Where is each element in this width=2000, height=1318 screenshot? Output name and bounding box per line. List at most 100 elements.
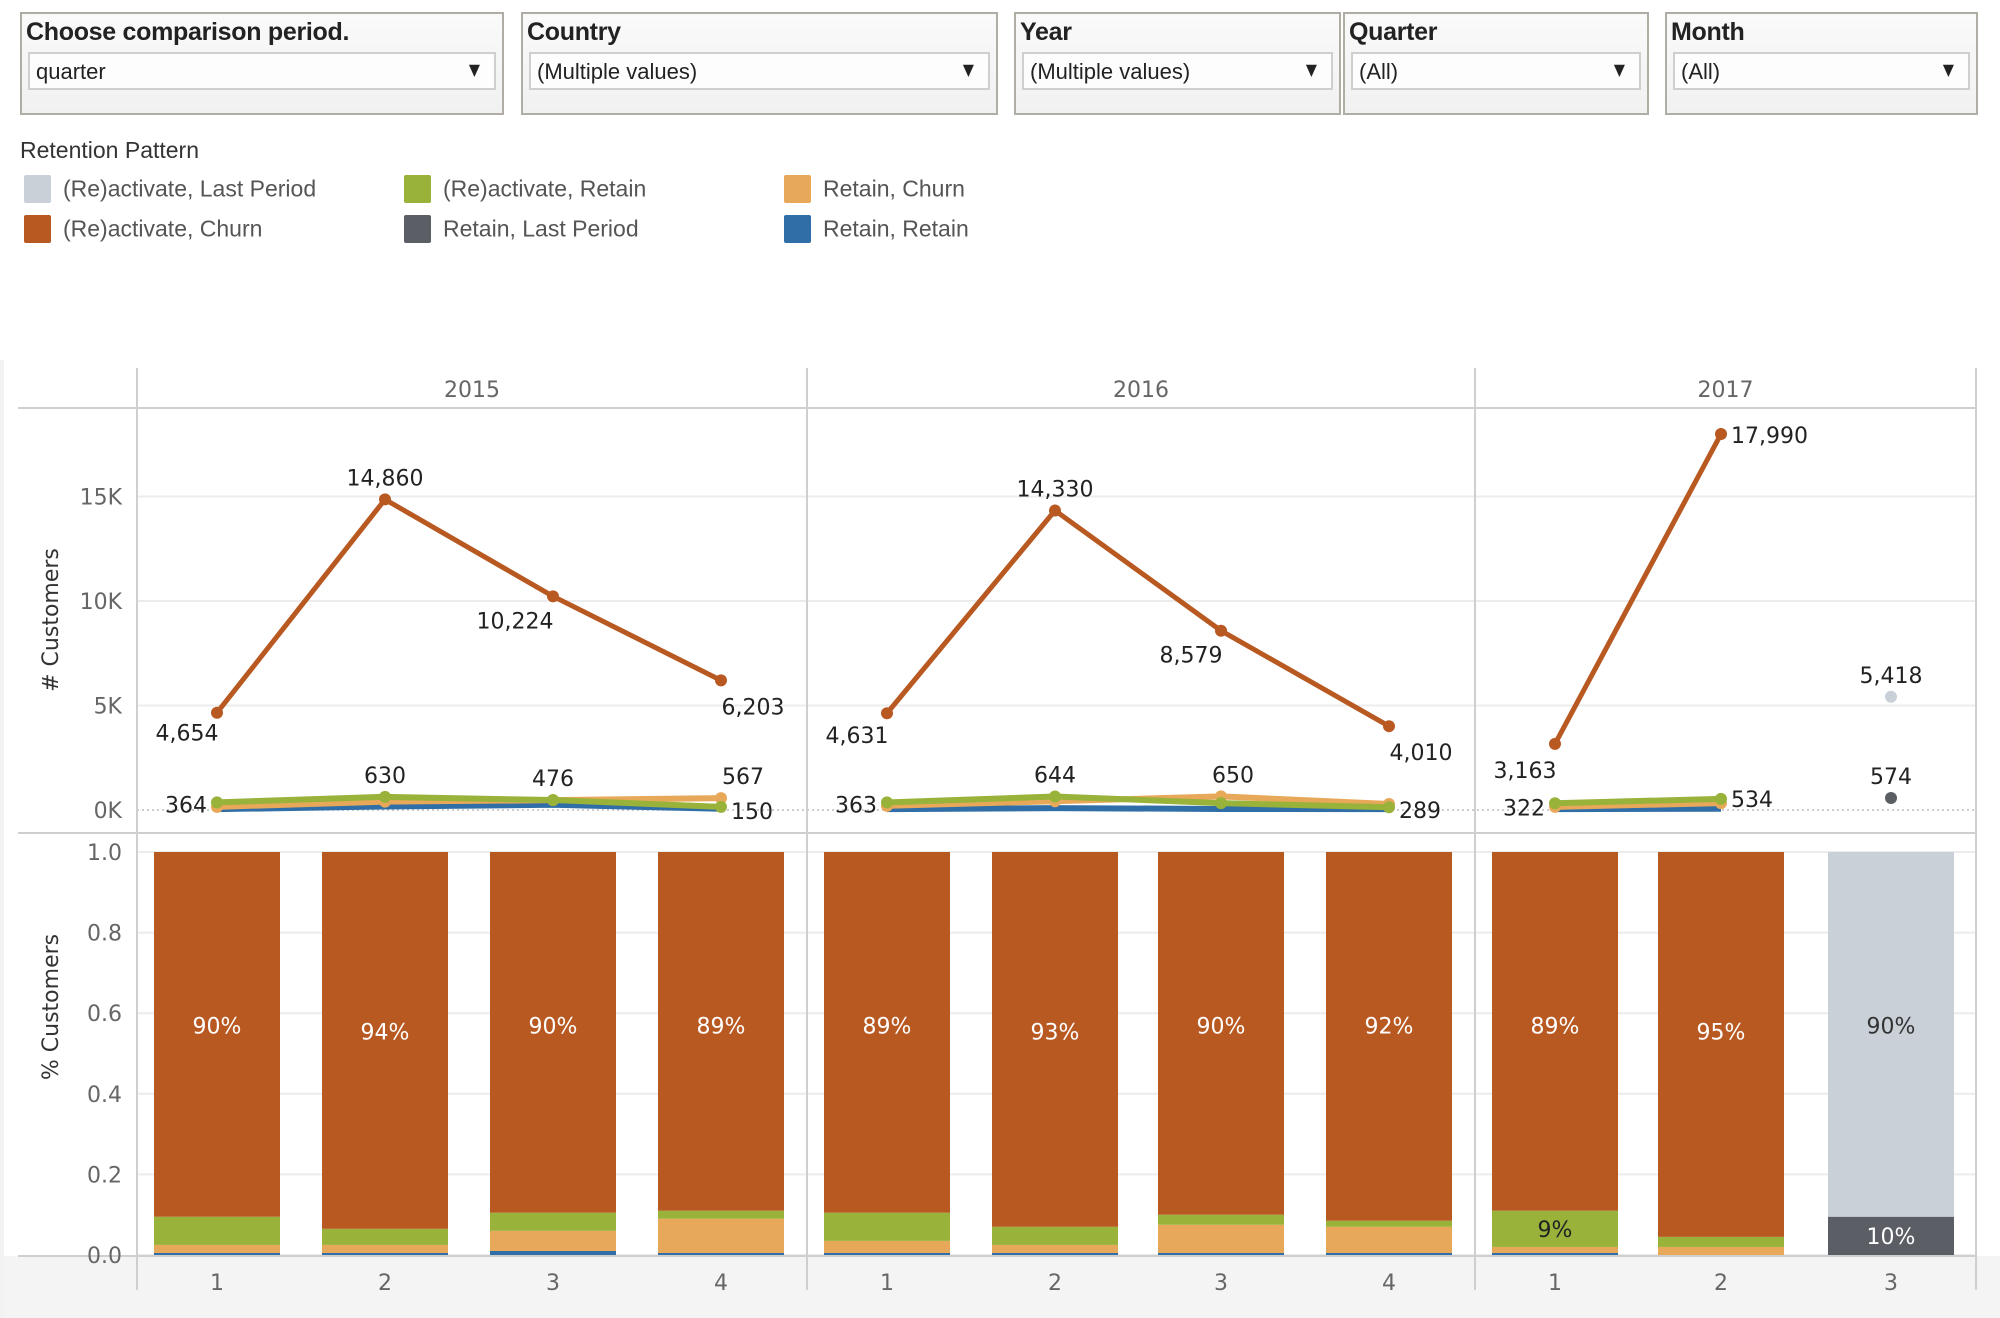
year-header: 2016 [1113,378,1169,403]
bar-data-label: 93% [1031,1020,1080,1045]
data-point [1885,690,1897,703]
data-point [547,590,559,603]
bar-segment [992,1226,1118,1245]
y-tick-label: 10K [80,590,123,615]
x-tick-label: 1 [1548,1271,1562,1296]
bar-data-label: 89% [863,1014,912,1039]
data-point [211,706,223,719]
data-point [1215,624,1227,637]
series-line [215,496,723,715]
bar-segment [322,1252,448,1255]
bar-data-label: 90% [1197,1014,1246,1039]
bar-data-label: 89% [697,1014,746,1039]
bar-data-label: 95% [1697,1020,1746,1045]
line-data-label: 363 [835,793,877,818]
bar-segment [1658,1236,1784,1247]
x-tick-label: 4 [714,1271,728,1296]
x-tick-label: 3 [1884,1271,1898,1296]
line-data-label: 567 [722,765,764,790]
line-data-label: 10,224 [477,609,554,634]
line-data-label: 17,990 [1731,424,1808,449]
bar-segment [658,1210,784,1219]
bar-segment [992,1252,1118,1255]
data-point [1715,792,1727,805]
data-point [1549,737,1561,750]
data-point [715,800,727,813]
line-data-label: 14,330 [1017,478,1094,503]
y-tick-label: 0K [94,799,123,824]
y-axis-title: % Customers [39,934,64,1080]
bar-segment [658,1218,784,1253]
line-data-label: 150 [731,800,773,825]
bar-segment [490,1212,616,1231]
line-data-label: 289 [1399,799,1441,824]
bar-segment [490,1230,616,1251]
x-tick-label: 4 [1382,1271,1396,1296]
x-tick-label: 2 [1714,1271,1728,1296]
left-edge [0,360,4,1318]
line-data-label: 534 [1731,788,1773,813]
x-tick-label: 3 [1214,1271,1228,1296]
bar-segment [992,1244,1118,1253]
data-point [1383,720,1395,733]
bar-segment [824,1240,950,1253]
bar-data-label: 10% [1867,1225,1916,1250]
data-point [211,796,223,809]
data-point [379,790,391,803]
bar-segment [1326,1226,1452,1253]
line-data-label: 3,163 [1494,759,1557,784]
data-point [1549,797,1561,810]
bar-segment [824,1252,950,1255]
line-data-label: 364 [165,793,207,818]
data-point [547,794,559,807]
x-tick-label: 1 [880,1271,894,1296]
y-tick-label: 15K [80,486,123,511]
line-data-label: 5,418 [1860,664,1923,689]
bar-data-label: 90% [529,1014,578,1039]
line-data-label: 4,631 [826,724,889,749]
bar-segment [322,1228,448,1245]
bar-segment [154,1216,280,1245]
line-data-label: 14,860 [347,466,424,491]
x-tick-label: 2 [378,1271,392,1296]
x-tick-label: 3 [546,1271,560,1296]
line-data-label: 8,579 [1160,644,1223,669]
series-line [885,508,1391,729]
bar-segment [1326,1252,1452,1255]
line-data-label: 644 [1034,764,1076,789]
data-point [881,796,893,809]
line-data-label: 6,203 [722,695,785,720]
line-data-label: 476 [532,767,574,792]
line-data-label: 630 [364,764,406,789]
line-data-label: 650 [1212,763,1254,788]
bar-segment [658,1252,784,1255]
bar-segment [1492,1246,1618,1253]
retention-chart: 2015 2016 2017 90% 94% 90% 89% 89% 93% 90% 92% 89%… [0,360,2000,1318]
data-point [1215,797,1227,810]
x-tick-label: 1 [210,1271,224,1296]
bar-segment [1492,1252,1618,1255]
y-tick-label: 0.8 [87,922,122,947]
line-data-label: 574 [1870,765,1912,790]
line-series: 4,654 14,860 10,224 6,203 4,631 14,330 8,579 4,… [156,424,1923,825]
data-point [715,674,727,687]
bar-segment [1658,1246,1784,1255]
data-point [1049,504,1061,517]
data-point [1885,792,1897,805]
y-axis-title: # Customers [39,548,64,692]
year-headers: 2015 2016 2017 [444,378,1754,403]
bar-segment [1158,1252,1284,1255]
bar-segment [490,1250,616,1255]
line-data-label: 4,010 [1390,741,1453,766]
line-data-label: 322 [1503,796,1545,821]
data-point [1715,428,1727,441]
bar-data-label: 90% [1867,1014,1916,1039]
y-tick-label: 0.4 [87,1083,122,1108]
y-tick-label: 5K [94,695,123,720]
y-tick-label: 0.2 [87,1163,122,1188]
bar-data-label: 89% [1531,1014,1580,1039]
bar-segment [154,1244,280,1253]
bar-segment [154,1252,280,1255]
x-axis-band [0,1256,2000,1318]
bar-data-label: 9% [1538,1218,1573,1243]
